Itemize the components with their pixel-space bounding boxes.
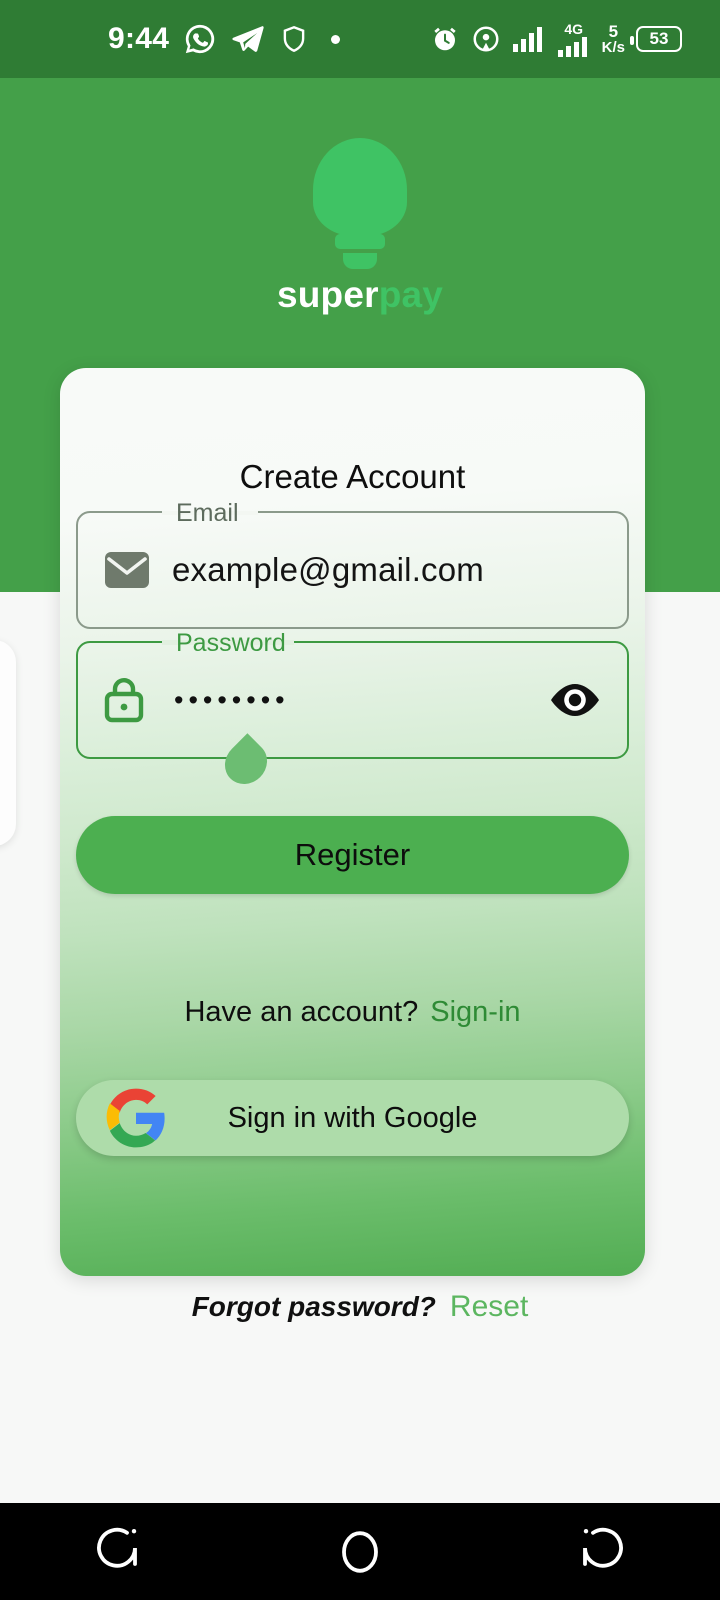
recent-apps-icon[interactable] <box>60 1503 180 1600</box>
alarm-icon <box>430 24 460 54</box>
battery-level-label: 53 <box>649 29 669 48</box>
network-type-label: 4G <box>564 20 583 37</box>
status-bar-left: 9:44 <box>20 22 341 56</box>
email-field[interactable]: Email example@gmail.com <box>76 499 629 629</box>
status-bar-right: 4G 5 K/s 53 <box>430 22 700 57</box>
brand-name-part1: super <box>276 274 379 315</box>
forgot-password-row: Forgot password? Reset <box>0 1290 720 1324</box>
have-account-label: Have an account? <box>184 996 419 1028</box>
dot-indicator-icon <box>331 34 341 44</box>
page-title: Create Account <box>239 458 466 495</box>
password-field-label: Password <box>176 629 286 657</box>
reset-link[interactable]: Reset <box>450 1290 528 1323</box>
battery-indicator: 53 <box>630 26 682 52</box>
sign-in-link[interactable]: Sign-in <box>430 996 520 1028</box>
shield-icon <box>279 23 309 55</box>
email-field-label: Email <box>176 499 239 527</box>
network-speed: 5 K/s <box>602 23 625 55</box>
eye-icon[interactable] <box>547 682 603 718</box>
whatsapp-icon <box>183 22 217 56</box>
google-signin-button[interactable]: Sign in with Google <box>76 1080 629 1156</box>
password-field[interactable]: Password •••••••• <box>76 629 629 759</box>
home-icon[interactable] <box>300 1503 420 1600</box>
lock-icon <box>102 676 158 724</box>
email-input-value[interactable]: example@gmail.com <box>158 551 484 589</box>
telegram-icon <box>231 22 265 56</box>
envelope-icon <box>102 550 158 590</box>
system-navigation-bar <box>0 1503 720 1600</box>
cast-icon <box>471 24 501 54</box>
back-icon[interactable] <box>540 1503 660 1600</box>
password-input-value[interactable]: •••••••• <box>158 685 290 716</box>
network-speed-unit: K/s <box>601 39 625 56</box>
offscreen-panel-edge <box>0 640 16 846</box>
brand-wordmark: superpay <box>277 274 443 316</box>
signal-icon <box>512 25 546 53</box>
google-signin-label: Sign in with Google <box>227 1101 478 1134</box>
lightbulb-icon <box>313 138 407 269</box>
network-speed-value: 5 <box>608 22 619 41</box>
phone-screen: 9:44 4G 5 K/s 53 superpay Create Account… <box>0 0 720 1600</box>
status-bar-clock: 9:44 <box>108 22 170 55</box>
brand-logo-block: superpay <box>0 138 720 316</box>
forgot-password-label: Forgot password? <box>191 1291 436 1322</box>
auth-card: Create Account Email example@gmail.com P… <box>60 368 645 1276</box>
status-bar: 9:44 4G 5 K/s 53 <box>0 0 720 78</box>
brand-name-part2: pay <box>378 274 444 315</box>
network-type-icon: 4G <box>557 22 591 57</box>
register-button[interactable]: Register <box>76 816 629 894</box>
google-g-icon <box>106 1088 166 1151</box>
have-account-row: Have an account? Sign-in <box>60 996 645 1029</box>
